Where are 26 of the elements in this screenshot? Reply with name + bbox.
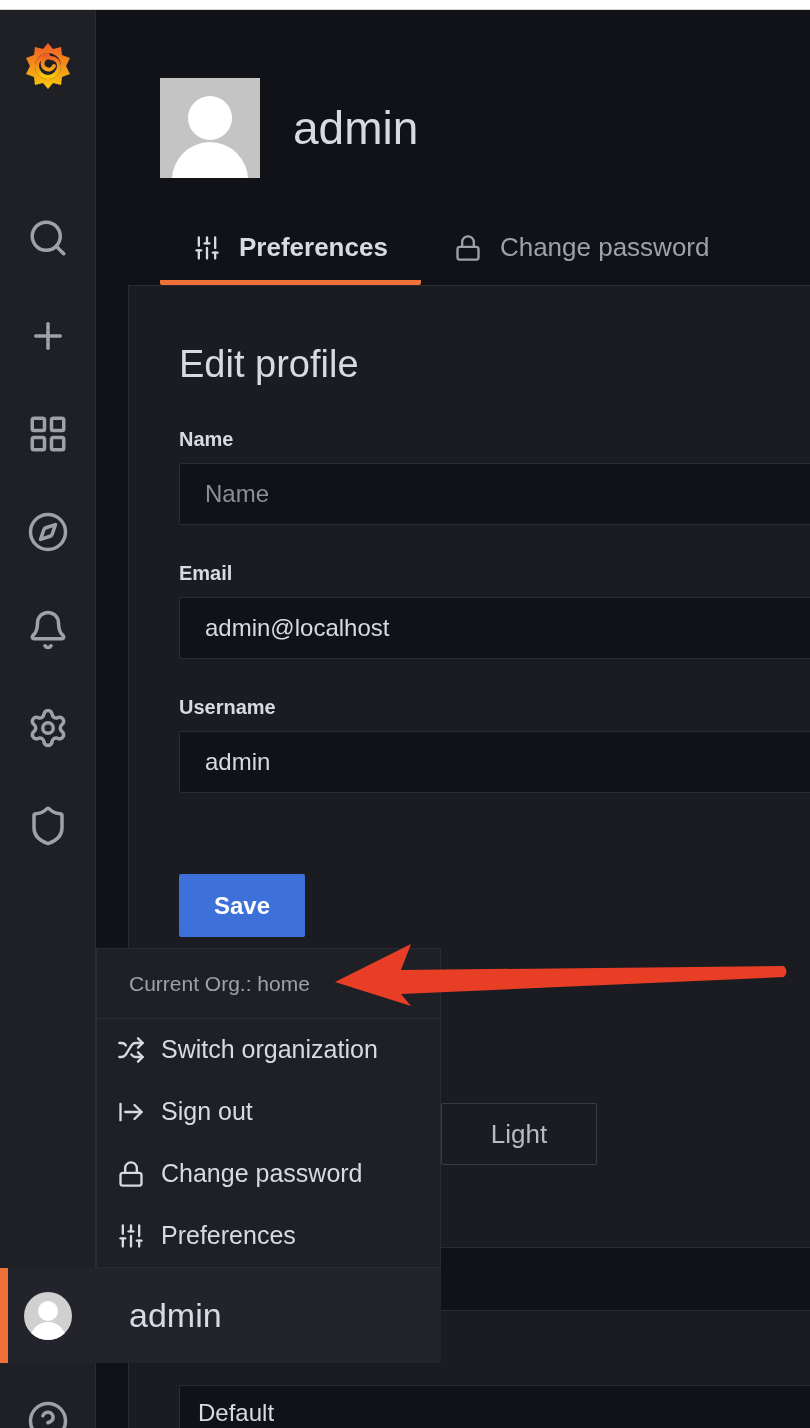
profile-name: admin xyxy=(293,100,419,156)
avatar-icon xyxy=(24,1291,72,1340)
menu-item[interactable]: Change password xyxy=(97,1143,440,1205)
shuffle-icon xyxy=(117,1036,145,1064)
field-label: Username xyxy=(179,695,276,719)
field-label: Email xyxy=(179,561,233,585)
menu-item[interactable]: Sign out xyxy=(97,1081,440,1143)
sliders-icon xyxy=(117,1222,145,1250)
menu-item[interactable]: Preferences xyxy=(97,1205,440,1267)
user-row[interactable]: admin xyxy=(0,1268,441,1363)
sliders-icon xyxy=(193,233,221,262)
section-title: Edit profile xyxy=(179,342,360,387)
menu-item[interactable]: Switch organization xyxy=(97,1019,440,1081)
input-field[interactable]: admin@localhost xyxy=(179,597,810,659)
field-label: Name xyxy=(179,427,234,451)
save-button[interactable]: Save xyxy=(179,874,305,937)
timezone-select[interactable]: Default xyxy=(179,1385,810,1428)
menu-header: Current Org.: home xyxy=(129,970,310,997)
user-name: admin xyxy=(129,1295,222,1336)
tab[interactable]: Change password xyxy=(420,215,743,285)
input-field[interactable]: admin xyxy=(179,731,810,793)
lock-icon xyxy=(453,233,482,262)
compass-icon[interactable] xyxy=(26,511,69,553)
input-field[interactable]: Name xyxy=(179,463,810,525)
theme-option[interactable]: Light xyxy=(441,1103,597,1165)
lock-icon xyxy=(117,1160,145,1188)
